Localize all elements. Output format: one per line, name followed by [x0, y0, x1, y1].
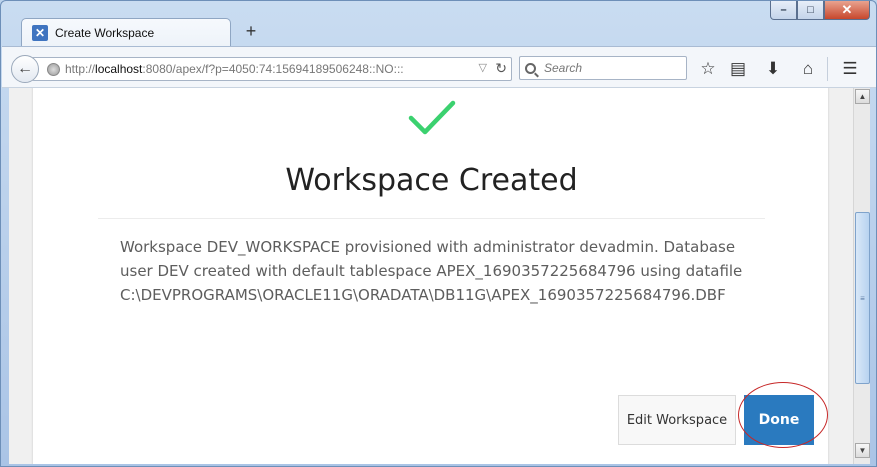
minimize-button[interactable]: –: [770, 1, 797, 20]
back-button[interactable]: ←: [11, 55, 39, 83]
page-viewport: Workspace Created Workspace DEV_WORKSPAC…: [9, 88, 853, 464]
success-card: Workspace Created Workspace DEV_WORKSPAC…: [32, 88, 829, 464]
status-message: Workspace DEV_WORKSPACE provisioned with…: [120, 238, 743, 304]
window-controls: – □ ✕: [770, 1, 870, 21]
scroll-down-arrow-icon[interactable]: ▼: [855, 443, 870, 458]
browser-tab[interactable]: ✕ Create Workspace: [21, 18, 231, 46]
globe-icon: [47, 62, 60, 76]
scrollbar-thumb[interactable]: ≡: [855, 212, 870, 384]
search-icon: [525, 62, 536, 74]
tab-title: Create Workspace: [55, 25, 155, 40]
url-dropdown-icon[interactable]: ▽: [479, 61, 487, 74]
download-icon[interactable]: ⬇: [762, 58, 784, 80]
browser-window: – □ ✕ ✕ Create Workspace + http://localh…: [0, 0, 877, 467]
vertical-scrollbar[interactable]: ▲ ≡ ▼: [853, 88, 870, 464]
reading-list-icon[interactable]: ▤: [727, 58, 749, 80]
scroll-up-arrow-icon[interactable]: ▲: [855, 89, 870, 104]
url-prefix: http://: [65, 62, 96, 76]
maximize-button[interactable]: □: [797, 1, 824, 20]
edit-workspace-button[interactable]: Edit Workspace: [618, 395, 736, 445]
new-tab-button[interactable]: +: [241, 21, 261, 41]
apex-favicon-icon: ✕: [32, 24, 48, 41]
navigation-bar: http://localhost:8080/apex/f?p=4050:74:1…: [2, 46, 876, 88]
toolbar-divider: [827, 57, 828, 81]
divider: [98, 218, 765, 219]
page-title: Workspace Created: [285, 163, 578, 198]
highlight-annotation: [738, 382, 828, 448]
search-input[interactable]: Search: [519, 56, 687, 80]
search-placeholder: Search: [544, 61, 583, 75]
menu-icon[interactable]: ☰: [839, 58, 861, 80]
reload-icon[interactable]: ↻: [495, 60, 507, 77]
back-arrow-icon: ←: [17, 60, 33, 77]
close-window-button[interactable]: ✕: [824, 1, 870, 20]
checkmark-icon: [408, 100, 456, 135]
url-rest: :8080/apex/f?p=4050:74:15694189506248::N…: [142, 62, 404, 76]
home-icon[interactable]: ⌂: [797, 58, 819, 80]
bookmark-star-icon[interactable]: ☆: [697, 58, 719, 80]
address-bar[interactable]: http://localhost:8080/apex/f?p=4050:74:1…: [32, 57, 512, 81]
url-host: localhost: [95, 62, 143, 76]
